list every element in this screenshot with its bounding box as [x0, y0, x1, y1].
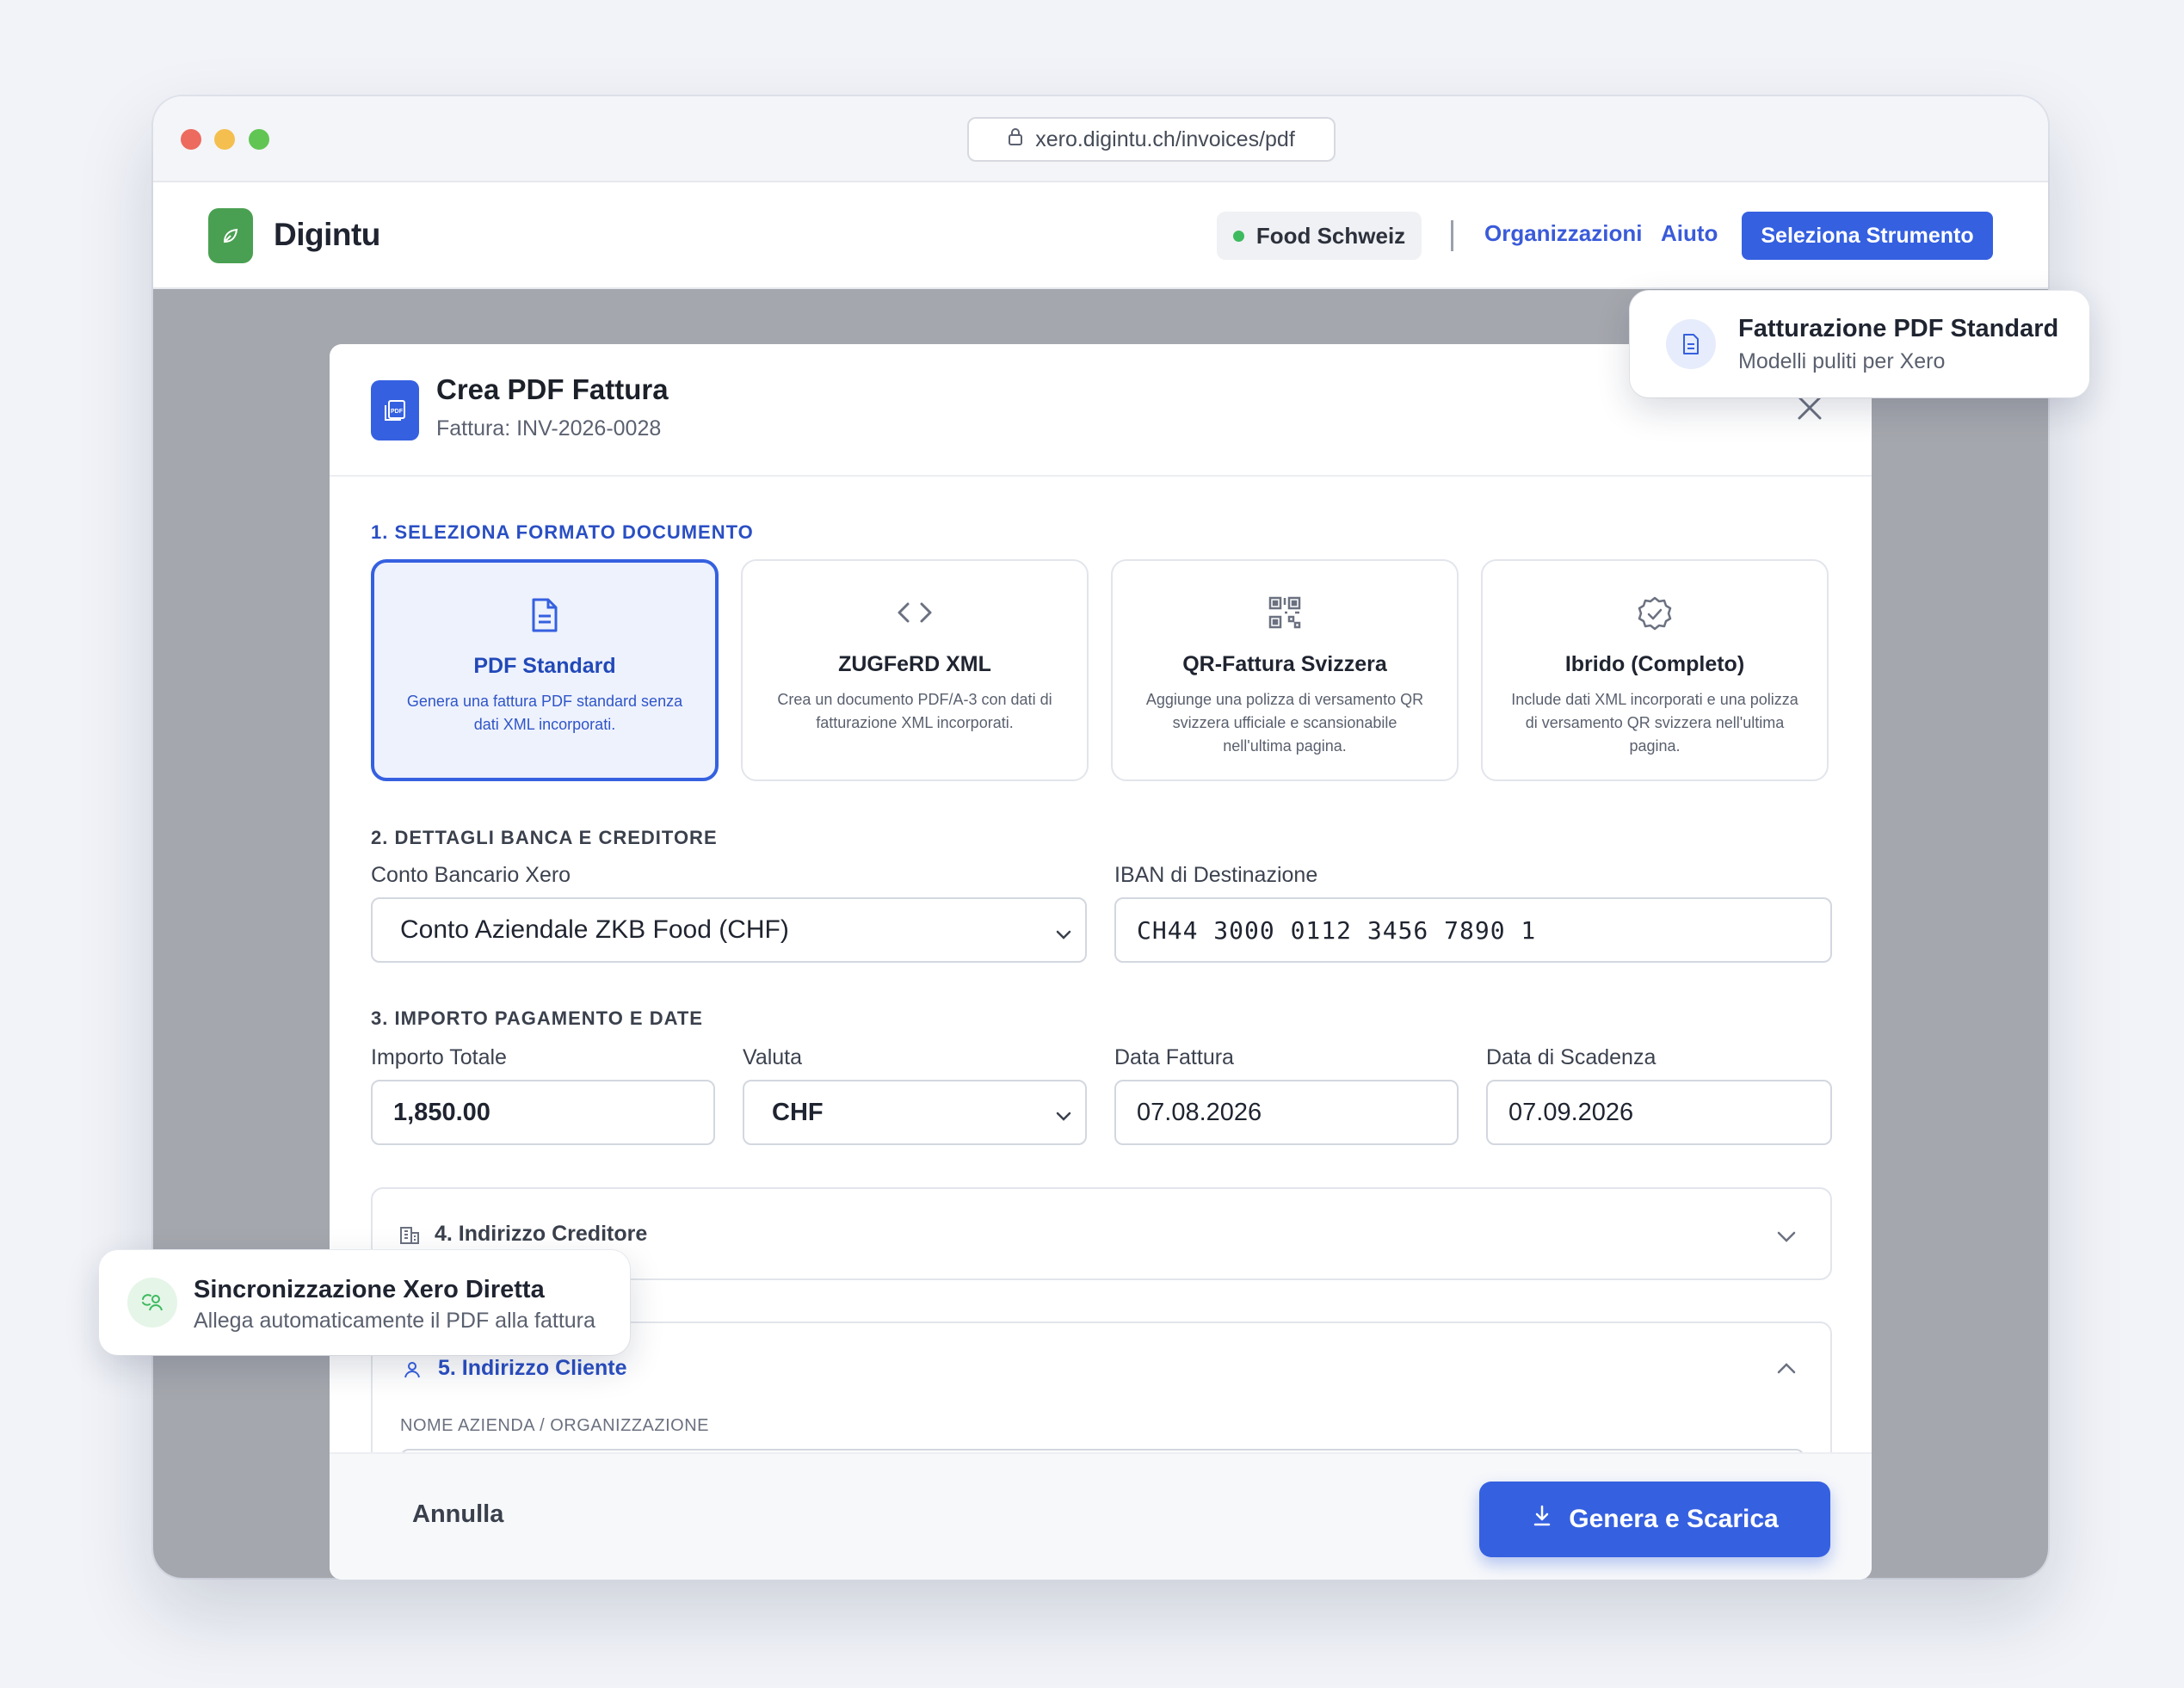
amount-label: Importo Totale	[371, 1045, 507, 1069]
format-card-desc: Genera una fattura PDF standard senza da…	[406, 693, 683, 733]
format-card-title: PDF Standard	[473, 654, 616, 678]
svg-text:PDF: PDF	[391, 409, 404, 415]
status-dot	[1232, 230, 1244, 242]
brand-name: Digintu	[274, 217, 380, 252]
creditor-address-title: 4. Indirizzo Creditore	[435, 1222, 648, 1246]
cancel-button[interactable]: Annulla	[412, 1500, 503, 1529]
section-amount-title: 3. IMPORTO PAGAMENTO E DATE	[371, 1007, 703, 1029]
select-tool-button[interactable]: Seleziona Strumento	[1742, 212, 1993, 260]
invoice-date-input[interactable]: 07.08.2026	[1114, 1080, 1459, 1145]
due-date-label: Data di Scadenza	[1486, 1045, 1657, 1069]
nav-link-aiuto[interactable]: Aiuto	[1661, 220, 1718, 247]
iban-label: IBAN di Destinazione	[1114, 863, 1318, 887]
section-format-title: 1. SELEZIONA FORMATO DOCUMENTO	[371, 521, 754, 543]
section-bank-title: 2. DETTAGLI BANCA E CREDITORE	[371, 827, 718, 848]
maximize-window-button[interactable]	[249, 129, 269, 150]
organization-chip[interactable]: Food Schweiz	[1217, 212, 1422, 260]
nav-divider	[1451, 220, 1453, 251]
format-card-desc: Include dati XML incorporati e una poliz…	[1511, 691, 1798, 755]
pdf-file-icon: PDF	[371, 380, 419, 440]
browser-titlebar: xero.digintu.ch/invoices/pdf	[153, 96, 2048, 182]
toast-subtitle: Modelli puliti per Xero	[1738, 349, 1946, 373]
format-card-zugferd[interactable]: ZUGFeRD XML Crea un documento PDF/A-3 co…	[741, 559, 1089, 781]
user-icon	[402, 1359, 423, 1384]
currency-select[interactable]: CHF	[743, 1080, 1087, 1145]
toast-title: Sincronizzazione Xero Diretta	[194, 1276, 545, 1303]
sync-feature-toast: Sincronizzazione Xero Diretta Allega aut…	[99, 1250, 630, 1355]
company-name-label: NOME AZIENDA / ORGANIZZAZIONE	[400, 1416, 709, 1435]
document-icon	[1666, 319, 1716, 369]
chevron-down-icon	[1774, 1223, 1799, 1254]
nav-link-organizzazioni[interactable]: Organizzazioni	[1484, 220, 1642, 247]
iban-input[interactable]: CH44 3000 0112 3456 7890 1	[1114, 897, 1832, 963]
modal-footer: Annulla Genera e Scarica	[330, 1452, 1872, 1580]
organization-name: Food Schweiz	[1255, 222, 1406, 249]
format-card-title: QR-Fattura Svizzera	[1182, 652, 1387, 676]
document-icon	[374, 597, 715, 635]
leaf-logo-icon	[208, 208, 253, 263]
bank-account-select[interactable]: Conto Aziendale ZKB Food (CHF)	[371, 897, 1087, 963]
address-bar[interactable]: xero.digintu.ch/invoices/pdf	[967, 117, 1336, 162]
url-text: xero.digintu.ch/invoices/pdf	[1035, 126, 1295, 151]
chevron-up-icon	[1774, 1356, 1799, 1386]
toast-title: Fatturazione PDF Standard	[1738, 315, 2059, 342]
chevron-down-icon	[1054, 1104, 1073, 1132]
format-card-desc: Aggiunge una polizza di versamento QR sv…	[1145, 691, 1424, 755]
chevron-down-icon	[1054, 921, 1073, 951]
currency-value: CHF	[772, 1098, 824, 1126]
bank-account-label: Conto Bancario Xero	[371, 863, 571, 887]
pdf-feature-toast: Fatturazione PDF Standard Modelli puliti…	[1630, 291, 2089, 397]
format-card-desc: Crea un documento PDF/A-3 con dati di fa…	[777, 691, 1052, 731]
modal-title: Crea PDF Fattura	[436, 373, 669, 405]
minimize-window-button[interactable]	[214, 129, 235, 150]
lock-icon	[1008, 127, 1023, 152]
currency-label: Valuta	[743, 1045, 803, 1069]
bank-account-value: Conto Aziendale ZKB Food (CHF)	[400, 915, 789, 944]
invoice-date-label: Data Fattura	[1114, 1045, 1234, 1069]
qr-code-icon	[1113, 595, 1457, 633]
invoice-number: Fattura: INV-2026-0028	[436, 416, 662, 440]
close-window-button[interactable]	[181, 129, 201, 150]
format-card-title: Ibrido (Completo)	[1564, 652, 1745, 676]
download-icon	[1531, 1504, 1553, 1535]
badge-check-icon	[1483, 595, 1827, 633]
toast-subtitle: Allega automaticamente il PDF alla fattu…	[194, 1309, 595, 1333]
create-pdf-modal: PDF Crea PDF Fattura Fattura: INV-2026-0…	[330, 344, 1872, 1580]
due-date-input[interactable]: 07.09.2026	[1486, 1080, 1832, 1145]
sync-icon	[127, 1278, 177, 1328]
format-card-qr-invoice[interactable]: QR-Fattura Svizzera Aggiunge una polizza…	[1111, 559, 1459, 781]
amount-input[interactable]: 1,850.00	[371, 1080, 715, 1145]
code-icon	[743, 595, 1087, 633]
format-card-title: ZUGFeRD XML	[838, 652, 991, 676]
generate-download-label: Genera e Scarica	[1569, 1505, 1779, 1533]
building-icon	[398, 1223, 421, 1250]
format-card-pdf-standard[interactable]: PDF Standard Genera una fattura PDF stan…	[371, 559, 719, 781]
generate-download-button[interactable]: Genera e Scarica	[1479, 1482, 1830, 1557]
format-card-hybrid[interactable]: Ibrido (Completo) Include dati XML incor…	[1481, 559, 1829, 781]
app-header: Digintu Food Schweiz Organizzazioni Aiut…	[153, 182, 2048, 289]
client-address-title: 5. Indirizzo Cliente	[438, 1356, 627, 1380]
